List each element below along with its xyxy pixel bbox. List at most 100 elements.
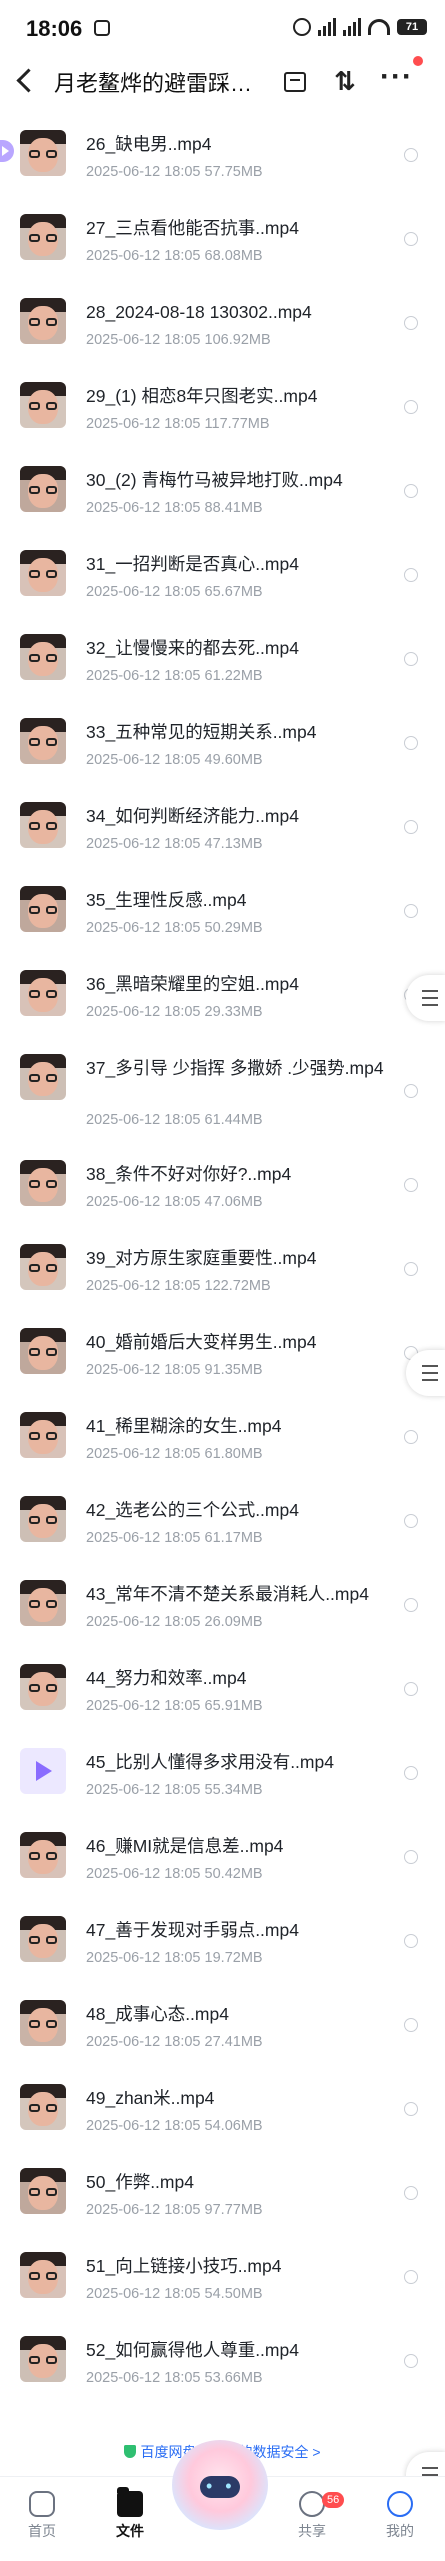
file-time: 18:05 xyxy=(164,752,201,768)
select-checkbox[interactable] xyxy=(404,1514,418,1528)
select-checkbox[interactable] xyxy=(404,2354,418,2368)
select-checkbox[interactable] xyxy=(404,484,418,498)
select-checkbox[interactable] xyxy=(404,1084,418,1098)
file-date: 2025-06-12 xyxy=(86,1112,161,1128)
floating-menu-button[interactable] xyxy=(406,975,445,1021)
select-checkbox[interactable] xyxy=(404,1934,418,1948)
file-row[interactable]: 37_多引导 少指挥 多撒娇 .少强势.mp4 2025-06-12 18:05 … xyxy=(0,1042,445,1148)
file-row[interactable]: 50_作弊..mp4 2025-06-12 18:05 97.77MB xyxy=(0,2156,445,2240)
file-meta: 2025-06-12 18:05 26.09MB xyxy=(86,1614,263,1630)
video-thumbnail xyxy=(20,2252,66,2298)
file-row[interactable]: 39_对方原生家庭重要性..mp4 2025-06-12 18:05 122.72… xyxy=(0,1232,445,1316)
floating-menu-button-2[interactable] xyxy=(406,1350,445,1396)
tab-share-label: 共享 xyxy=(298,2523,326,2539)
share-icon xyxy=(299,2491,325,2517)
select-checkbox[interactable] xyxy=(404,400,418,414)
file-row[interactable]: 42_选老公的三个公式..mp4 2025-06-12 18:05 61.17MB xyxy=(0,1484,445,1568)
file-date: 2025-06-12 xyxy=(86,1782,161,1798)
archive-icon[interactable] xyxy=(280,66,310,96)
video-thumbnail xyxy=(20,382,66,428)
file-size: 29.33MB xyxy=(204,1004,263,1020)
select-checkbox[interactable] xyxy=(404,2186,418,2200)
file-meta: 2025-06-12 18:05 117.77MB xyxy=(86,416,270,432)
file-size: 54.50MB xyxy=(204,2286,263,2302)
select-checkbox[interactable] xyxy=(404,1850,418,1864)
file-meta: 2025-06-12 18:05 65.67MB xyxy=(86,584,263,600)
more-options-icon[interactable]: ··· xyxy=(380,62,412,96)
file-row[interactable]: 40_婚前婚后大变样男生..mp4 2025-06-12 18:05 91.35M… xyxy=(0,1316,445,1400)
file-size: 55.34MB xyxy=(204,1782,263,1798)
file-time: 18:05 xyxy=(164,1614,201,1630)
select-checkbox[interactable] xyxy=(404,2270,418,2284)
file-date: 2025-06-12 xyxy=(86,1614,161,1630)
file-row[interactable]: 51_向上链接小技巧..mp4 2025-06-12 18:05 54.50MB xyxy=(0,2240,445,2324)
file-time: 18:05 xyxy=(164,584,201,600)
back-arrow-icon[interactable] xyxy=(16,68,41,93)
tab-home[interactable]: 首页 xyxy=(12,2491,72,2541)
battery-icon: 71 xyxy=(397,19,427,35)
file-row[interactable]: 47_善于发现对手弱点..mp4 2025-06-12 18:05 19.72MB xyxy=(0,1904,445,1988)
file-row[interactable]: 49_zhan米..mp4 2025-06-12 18:05 54.06MB xyxy=(0,2072,445,2156)
file-row[interactable]: 45_比别人懂得多求用没有..mp4 2025-06-12 18:05 55.34… xyxy=(0,1736,445,1820)
file-date: 2025-06-12 xyxy=(86,248,161,264)
file-row[interactable]: 52_如何赢得他人尊重..mp4 2025-06-12 18:05 53.66MB xyxy=(0,2324,445,2408)
select-checkbox[interactable] xyxy=(404,1178,418,1192)
assistant-mascot-icon[interactable] xyxy=(172,2440,268,2530)
file-name: 33_五种常见的短期关系..mp4 xyxy=(86,722,317,742)
file-row[interactable]: 41_稀里糊涂的女生..mp4 2025-06-12 18:05 61.80MB xyxy=(0,1400,445,1484)
file-row[interactable]: 28_2024-08-18 130302..mp4 2025-06-12 18:0… xyxy=(0,286,445,370)
video-thumbnail xyxy=(20,1496,66,1542)
file-date: 2025-06-12 xyxy=(86,1446,161,1462)
sort-icon[interactable]: ⇅ xyxy=(330,66,360,96)
file-row[interactable]: 48_成事心态..mp4 2025-06-12 18:05 27.41MB xyxy=(0,1988,445,2072)
select-checkbox[interactable] xyxy=(404,904,418,918)
file-row[interactable]: 26_缺电男..mp4 2025-06-12 18:05 57.75MB xyxy=(0,118,445,202)
file-size: 19.72MB xyxy=(204,1950,263,1966)
file-time: 18:05 xyxy=(164,1698,201,1714)
file-row[interactable]: 35_生理性反感..mp4 2025-06-12 18:05 50.29MB xyxy=(0,874,445,958)
file-row[interactable]: 27_三点看他能否抗事..mp4 2025-06-12 18:05 68.08MB xyxy=(0,202,445,286)
video-thumbnail xyxy=(20,466,66,512)
file-meta: 2025-06-12 18:05 91.35MB xyxy=(86,1362,263,1378)
select-checkbox[interactable] xyxy=(404,652,418,666)
select-checkbox[interactable] xyxy=(404,820,418,834)
tab-me[interactable]: 我的 xyxy=(370,2491,430,2541)
select-checkbox[interactable] xyxy=(404,736,418,750)
select-checkbox[interactable] xyxy=(404,2102,418,2116)
file-time: 18:05 xyxy=(164,164,201,180)
folder-icon xyxy=(117,2487,143,2517)
tab-files-label: 文件 xyxy=(116,2523,144,2539)
file-row[interactable]: 43_常年不清不楚关系最消耗人..mp4 2025-06-12 18:05 26.… xyxy=(0,1568,445,1652)
file-name: 28_2024-08-18 130302..mp4 xyxy=(86,302,312,322)
file-date: 2025-06-12 xyxy=(86,2202,161,2218)
file-row[interactable]: 29_(1) 相恋8年只图老实..mp4 2025-06-12 18:05 117… xyxy=(0,370,445,454)
video-thumbnail xyxy=(20,214,66,260)
file-row[interactable]: 46_赚MI就是信息差..mp4 2025-06-12 18:05 50.42MB xyxy=(0,1820,445,1904)
file-row[interactable]: 44_努力和效率..mp4 2025-06-12 18:05 65.91MB xyxy=(0,1652,445,1736)
select-checkbox[interactable] xyxy=(404,1682,418,1696)
select-checkbox[interactable] xyxy=(404,2018,418,2032)
file-row[interactable]: 34_如何判断经济能力..mp4 2025-06-12 18:05 47.13MB xyxy=(0,790,445,874)
file-date: 2025-06-12 xyxy=(86,2286,161,2302)
file-row[interactable]: 38_条件不好对你好?..mp4 2025-06-12 18:05 47.06MB xyxy=(0,1148,445,1232)
tab-files[interactable]: 文件 xyxy=(100,2487,160,2541)
file-row[interactable]: 30_(2) 青梅竹马被异地打败..mp4 2025-06-12 18:05 88… xyxy=(0,454,445,538)
file-row[interactable]: 33_五种常见的短期关系..mp4 2025-06-12 18:05 49.60M… xyxy=(0,706,445,790)
file-date: 2025-06-12 xyxy=(86,1698,161,1714)
file-row[interactable]: 31_一招判断是否真心..mp4 2025-06-12 18:05 65.67MB xyxy=(0,538,445,622)
video-thumbnail xyxy=(20,970,66,1016)
file-time: 18:05 xyxy=(164,2370,201,2386)
file-row[interactable]: 36_黑暗荣耀里的空姐..mp4 2025-06-12 18:05 29.33MB xyxy=(0,958,445,1042)
select-checkbox[interactable] xyxy=(404,568,418,582)
select-checkbox[interactable] xyxy=(404,316,418,330)
select-checkbox[interactable] xyxy=(404,1766,418,1780)
file-row[interactable]: 32_让慢慢来的都去死..mp4 2025-06-12 18:05 61.22MB xyxy=(0,622,445,706)
file-name: 37_多引导 少指挥 多撒娇 .少强势.mp4 xyxy=(86,1058,384,1078)
select-checkbox[interactable] xyxy=(404,1262,418,1276)
file-size: 49.60MB xyxy=(204,752,263,768)
video-play-icon xyxy=(20,1748,66,1794)
select-checkbox[interactable] xyxy=(404,232,418,246)
select-checkbox[interactable] xyxy=(404,1430,418,1444)
select-checkbox[interactable] xyxy=(404,1598,418,1612)
select-checkbox[interactable] xyxy=(404,148,418,162)
